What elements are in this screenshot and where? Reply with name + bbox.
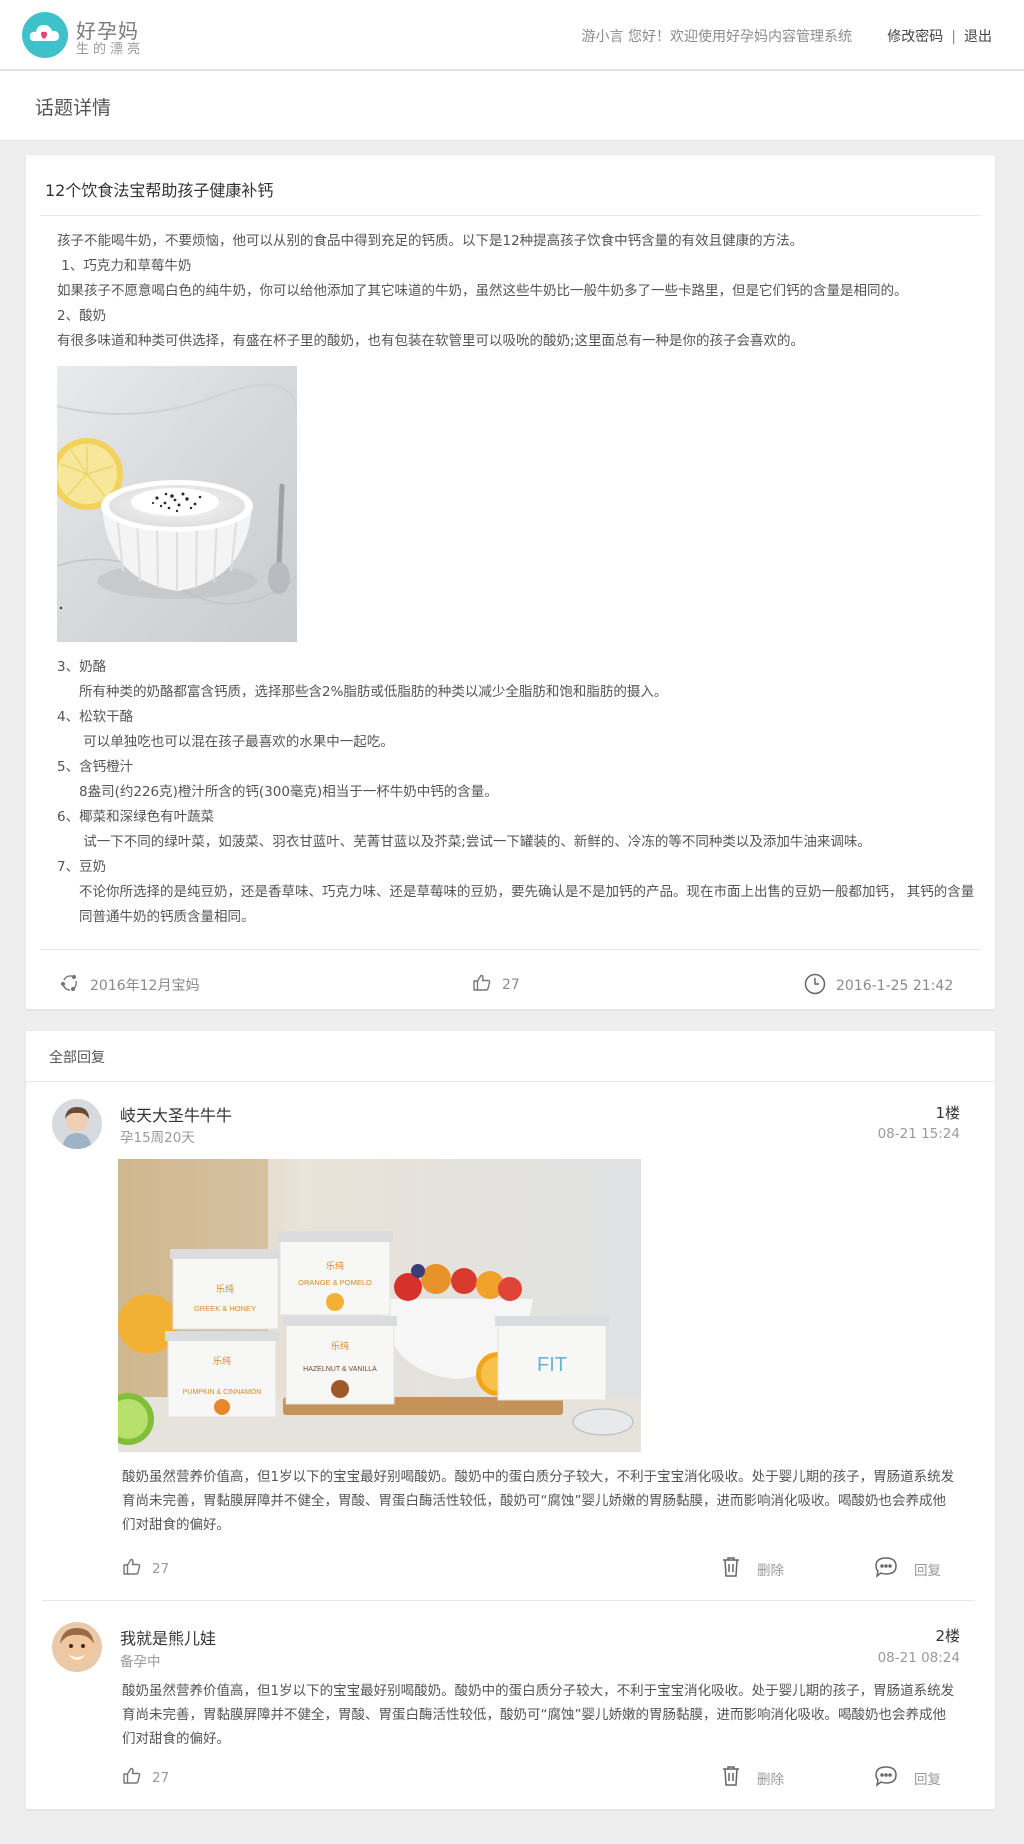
paragraph: 8盎司(约226克)橙汁所含的钙(300毫克)相当于一杯牛奶中钙的含量。 [79,784,498,800]
paragraph: 孩子不能喝牛奶，不要烦恼，他可以从别的食品中得到充足的钙质。以下是12种提高孩子… [57,233,804,249]
divider [42,1600,975,1601]
paragraph: 如果孩子不愿意喝白色的纯牛奶，你可以给他添加了其它味道的牛奶，虽然这些牛奶比一般… [57,283,908,299]
thumbs-up-icon [122,1766,142,1790]
product-label: 乐纯 [326,1260,344,1271]
topic-title: 12个饮食法宝帮助孩子健康补钙 [45,181,274,200]
page-title: 话题详情 [35,97,112,119]
reply-content: 酸奶虽然营养价值高，但1岁以下的宝宝最好别喝酸奶。酸奶中的蛋白质分子较大，不利于… [122,1683,955,1747]
floor-number: 2楼 [935,1627,960,1645]
topic-body-part1: 孩子不能喝牛奶，不要烦恼，他可以从别的食品中得到充足的钙质。以下是12种提高孩子… [57,229,908,354]
reply-status: 孕15周20天 [120,1130,195,1146]
paragraph: 可以单独吃也可以混在孩子最喜欢的水果中一起吃。 [79,734,394,750]
divider [40,949,981,950]
chat-bubble-icon [874,1765,898,1791]
paragraph: 4、松软干酪 [57,709,134,725]
top-header: 好孕妈 生的漂亮 游小言 您好！欢迎使用好孕妈内容管理系统 修改密码 | 退出 [0,0,1024,70]
trash-icon [721,1765,741,1791]
reply-author[interactable]: 岐天大圣牛牛牛 [120,1102,232,1126]
paragraph: 3、奶酪 [57,659,107,675]
floor-number: 1楼 [935,1104,960,1122]
paragraph: 所有种类的奶酪都富含钙质，选择那些含2%脂肪或低脂肪的种类以减少全脂肪和饱和脂肪… [79,684,668,700]
reply-status: 备孕中 [120,1654,161,1670]
product-label: GREEK & HONEY [194,1304,256,1313]
thumbs-up-icon [472,973,492,997]
divider [40,215,981,216]
thumbs-up-icon [122,1557,142,1581]
group-cycle-icon [60,973,80,997]
paragraph: 试一下不同的绿叶菜，如菠菜、羽衣甘蓝叶、芜菁甘蓝以及芥菜;尝试一下罐装的、新鲜的… [79,834,871,850]
topic-meta: 2016年12月宝妈 27 2016-1-25 21:42 [26,963,995,1003]
welcome-text: 游小言 您好！欢迎使用好孕妈内容管理系统 [581,29,852,45]
group-name: 2016年12月宝妈 [90,978,200,994]
product-label: HAZELNUT & VANILLA [303,1366,377,1373]
product-label: 乐纯 [216,1283,234,1294]
datetime: 2016-1-25 21:42 [836,978,954,994]
logo-cloud-icon[interactable] [22,12,68,58]
like-count: 27 [152,1561,170,1577]
delete-label: 删除 [757,1563,784,1579]
divider [26,1081,995,1082]
publish-time: 2016-1-25 21:42 [804,973,953,999]
product-label: 乐纯 [213,1355,231,1366]
product-label: FIT [537,1354,567,1376]
topic-body-part2: 3、奶酪 所有种类的奶酪都富含钙质，选择那些含2%脂肪或低脂肪的种类以减少全脂肪… [57,655,977,930]
logout-link[interactable]: 退出 [964,29,992,45]
chat-bubble-icon [874,1556,898,1582]
paragraph: 7、豆奶 [57,859,107,875]
replies-heading: 全部回复 [49,1050,105,1066]
reply-button[interactable]: 回复 [874,1556,941,1582]
paragraph: 有很多味道和种类可供选择，有盛在杯子里的酸奶，也有包装在软管里可以吸吮的酸奶;这… [57,333,805,349]
product-label: 乐纯 [331,1340,349,1351]
delete-label: 删除 [757,1772,784,1788]
delete-button[interactable]: 删除 [721,1556,784,1582]
paragraph: 不论你所选择的是纯豆奶，还是香草味、巧克力味、还是草莓味的豆奶，要先确认是不是加… [79,884,975,925]
paragraph: 1、巧克力和草莓牛奶 [57,258,192,274]
change-password-link[interactable]: 修改密码 [887,29,943,45]
page-header: 话题详情 [0,71,1024,141]
like-count: 27 [152,1770,170,1786]
reply-time: 08-21 08:24 [877,1650,960,1666]
reply-content: 酸奶虽然营养价值高，但1岁以下的宝宝最好别喝酸奶。酸奶中的蛋白质分子较大，不利于… [122,1469,955,1533]
brand-subtitle: 生的漂亮 [76,42,145,57]
reply-label: 回复 [914,1772,941,1788]
account-links: 修改密码 | 退出 [887,26,992,46]
clock-icon [804,973,826,999]
reply-like-button[interactable]: 27 [122,1557,169,1581]
reply-time: 08-21 15:24 [877,1126,960,1142]
like-count: 27 [502,977,520,993]
group-tag[interactable]: 2016年12月宝妈 [60,973,199,997]
paragraph: 5、含钙橙汁 [57,759,134,775]
yogurt-products-image: 乐纯 GREEK & HONEY 乐纯 ORANGE & POMELO 乐纯 P… [102,1159,641,1452]
paragraph: 2、酸奶 [57,308,107,324]
topic-card: 12个饮食法宝帮助孩子健康补钙 孩子不能喝牛奶，不要烦恼，他可以从别的食品中得到… [26,155,995,1009]
reply-like-button[interactable]: 27 [122,1766,169,1790]
trash-icon [721,1556,741,1582]
topic-like-button[interactable]: 27 [472,973,520,997]
reply-author[interactable]: 我就是熊儿娃 [120,1625,216,1649]
yogurt-bowl-image [51,366,298,642]
product-label: ORANGE & POMELO [298,1278,372,1287]
product-label: PUMPKIN & CINNAMON [183,1389,262,1396]
avatar[interactable] [52,1099,102,1149]
link-separator: | [951,29,956,45]
reply-button[interactable]: 回复 [874,1765,941,1791]
avatar[interactable] [52,1622,102,1672]
paragraph: 6、椰菜和深绿色有叶蔬菜 [57,809,215,825]
replies-card: 全部回复 岐天大圣牛牛牛 孕15周20天 1楼 08-21 15:24 乐纯 G… [26,1031,995,1809]
reply-label: 回复 [914,1563,941,1579]
delete-button[interactable]: 删除 [721,1765,784,1791]
